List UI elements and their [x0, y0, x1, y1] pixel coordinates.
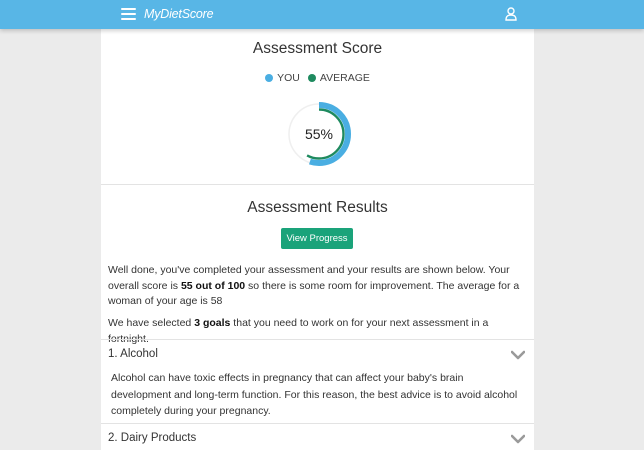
- chevron-down-icon[interactable]: [511, 350, 525, 360]
- divider: [101, 339, 534, 340]
- chart-legend: YOU AVERAGE: [101, 72, 534, 84]
- legend-average-swatch: [307, 74, 316, 82]
- goals-summary: We have selected 3 goals that you need t…: [108, 316, 528, 347]
- app-title: MyDietScore: [144, 7, 214, 21]
- view-progress-button[interactable]: View Progress: [281, 228, 353, 249]
- score-value: 55%: [304, 126, 334, 142]
- goals-text: We have selected: [108, 317, 195, 329]
- legend-you: YOU: [265, 72, 300, 84]
- divider: [101, 423, 534, 424]
- divider: [101, 184, 534, 185]
- summary-score: 55 out of 100: [180, 279, 246, 292]
- goal-title[interactable]: 2. Dairy Products: [108, 432, 196, 444]
- legend-you-label: YOU: [277, 72, 300, 84]
- user-icon[interactable]: [505, 7, 517, 21]
- goal-description: Alcohol can have toxic effects in pregna…: [111, 372, 518, 417]
- content-card: Assessment Score YOU AVERAGE 55% Assessm…: [101, 29, 534, 450]
- results-summary: Well done, you've completed your assessm…: [108, 263, 528, 310]
- app-header: MyDietScore: [0, 0, 644, 29]
- goal-title[interactable]: 1. Alcohol: [108, 348, 158, 360]
- hamburger-icon[interactable]: [121, 8, 136, 20]
- legend-average-label: AVERAGE: [319, 72, 370, 84]
- legend-you-swatch: [265, 74, 274, 82]
- goals-count: 3 goals: [194, 317, 231, 329]
- results-title: Assessment Results: [247, 199, 388, 216]
- legend-average: AVERAGE: [307, 72, 370, 84]
- score-title: Assessment Score: [252, 40, 383, 57]
- chevron-down-icon[interactable]: [511, 434, 525, 444]
